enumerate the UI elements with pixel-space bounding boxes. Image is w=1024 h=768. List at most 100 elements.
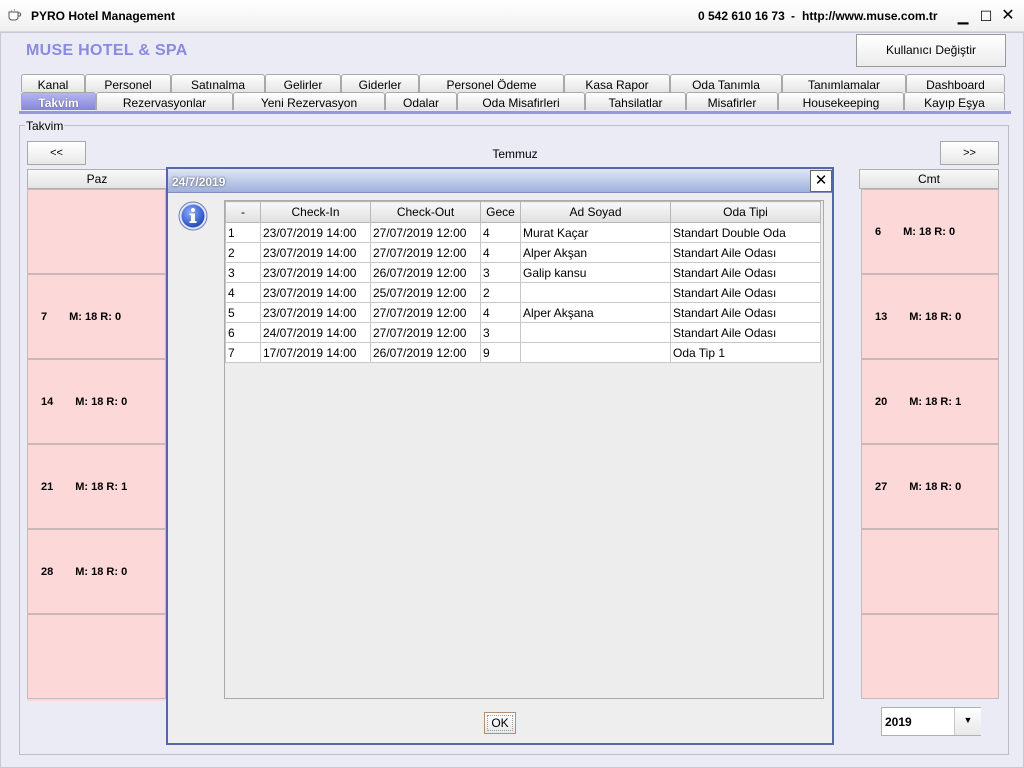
ok-button[interactable]: OK [484, 712, 516, 734]
website-url: http://www.muse.com.tr [802, 9, 938, 23]
cell-check-in: 23/07/2019 14:00 [260, 222, 371, 243]
calendar-day-cell[interactable] [861, 614, 999, 699]
day-number: 27 [875, 481, 888, 493]
column-header-index[interactable]: - [225, 201, 261, 223]
change-user-button[interactable]: Kullanıcı Değiştir [856, 34, 1006, 67]
cell-index: 5 [225, 302, 261, 323]
cell-room-type: Standart Aile Odası [670, 262, 821, 283]
calendar-day-cell[interactable] [861, 529, 999, 614]
cell-guest-name: Murat Kaçar [520, 222, 671, 243]
calendar-day-cell[interactable]: 21 M: 18 R: 1 [27, 444, 166, 529]
cell-check-out: 26/07/2019 12:00 [370, 262, 481, 283]
table-row[interactable]: 4 23/07/2019 14:00 25/07/2019 12:00 2 Standa… [225, 282, 821, 303]
calendar-day-cell[interactable]: 6 M: 18 R: 0 [861, 189, 999, 274]
calendar-day-cell[interactable] [27, 614, 166, 699]
cell-index: 3 [225, 262, 261, 283]
calendar-day-cell[interactable]: 14 M: 18 R: 0 [27, 359, 166, 444]
tab-personel[interactable]: Personel [85, 74, 171, 92]
tab-tahsilatlar[interactable]: Tahsilatlar [585, 92, 686, 110]
year-select[interactable]: 2019 ▼ [881, 707, 981, 736]
calendar-panel-title: Takvim [25, 119, 65, 133]
tab-personel-odeme[interactable]: Personel Ödeme [419, 74, 564, 92]
column-header-check-in[interactable]: Check-In [260, 201, 371, 223]
next-month-button[interactable]: >> [940, 141, 999, 165]
column-header-room-type[interactable]: Oda Tipi [670, 201, 821, 223]
tab-housekeeping[interactable]: Housekeeping [778, 92, 904, 110]
reservations-table-container[interactable]: - Check-In Check-Out Gece Ad Soyad Oda T… [224, 200, 824, 699]
cell-guest-name: Alper Akşana [520, 302, 671, 323]
cell-check-out: 27/07/2019 12:00 [370, 242, 481, 263]
calendar-bottom-pad [27, 699, 166, 701]
table-row[interactable]: 6 24/07/2019 14:00 27/07/2019 12:00 3 Standa… [225, 322, 821, 343]
calendar-day-cell[interactable]: 27 M: 18 R: 0 [861, 444, 999, 529]
table-row[interactable]: 2 23/07/2019 14:00 27/07/2019 12:00 4 Alper … [225, 242, 821, 263]
day-occupancy: M: 18 R: 1 [909, 396, 962, 408]
calendar-day-cell[interactable] [27, 189, 166, 274]
column-header-check-out[interactable]: Check-Out [370, 201, 481, 223]
minimize-icon[interactable]: ▁ [953, 6, 973, 26]
day-detail-dialog: 24/7/2019 ✕ - Check-In Check-Out Gece Ad… [166, 167, 834, 745]
tab-misafirler[interactable]: Misafirler [686, 92, 778, 110]
calendar-day-cell[interactable]: 13 M: 18 R: 0 [861, 274, 999, 359]
tab-giderler[interactable]: Giderler [341, 74, 419, 92]
cell-index: 7 [225, 342, 261, 363]
tab-gelirler[interactable]: Gelirler [265, 74, 341, 92]
maximize-icon[interactable]: ☐ [976, 6, 996, 26]
table-row[interactable]: 7 17/07/2019 14:00 26/07/2019 12:00 9 Oda Ti… [225, 342, 821, 363]
dialog-title-bar: 24/7/2019 ✕ [168, 169, 832, 193]
table-row[interactable]: 1 23/07/2019 14:00 27/07/2019 12:00 4 Murat … [225, 222, 821, 243]
cell-check-out: 25/07/2019 12:00 [370, 282, 481, 303]
close-icon[interactable]: ✕ [998, 6, 1018, 26]
cell-index: 1 [225, 222, 261, 243]
tab-yeni-rezervasyon[interactable]: Yeni Rezervasyon [233, 92, 385, 110]
cell-guest-name [520, 282, 671, 303]
cell-nights: 3 [480, 262, 521, 283]
weekday-header-sunday: Paz [27, 169, 167, 189]
tab-tanimlamalar[interactable]: Tanımlamalar [782, 74, 906, 92]
tab-kasa-rapor[interactable]: Kasa Rapor [564, 74, 670, 92]
day-occupancy: M: 18 R: 0 [909, 481, 962, 493]
cell-nights: 3 [480, 322, 521, 343]
contact-phone: 0 542 610 16 73 [698, 9, 785, 23]
tab-odalar[interactable]: Odalar [385, 92, 457, 110]
calendar-day-cell[interactable]: 7 M: 18 R: 0 [27, 274, 166, 359]
cell-room-type: Standart Aile Odası [670, 282, 821, 303]
calendar-day-cell[interactable]: 28 M: 18 R: 0 [27, 529, 166, 614]
table-header-row: - Check-In Check-Out Gece Ad Soyad Oda T… [225, 201, 821, 223]
column-header-guest-name[interactable]: Ad Soyad [520, 201, 671, 223]
cell-check-out: 27/07/2019 12:00 [370, 302, 481, 323]
tab-oda-misafirleri[interactable]: Oda Misafirleri [457, 92, 585, 110]
tab-dashboard[interactable]: Dashboard [906, 74, 1005, 92]
cell-check-out: 26/07/2019 12:00 [370, 342, 481, 363]
tab-rezervasyonlar[interactable]: Rezervasyonlar [96, 92, 233, 110]
day-occupancy: M: 18 R: 0 [75, 566, 128, 578]
tab-row-bottom: Takvim Rezervasyonlar Yeni Rezervasyon O… [1, 92, 1024, 110]
table-row[interactable]: 5 23/07/2019 14:00 27/07/2019 12:00 4 Alper … [225, 302, 821, 323]
cell-nights: 2 [480, 282, 521, 303]
tab-oda-tanimla[interactable]: Oda Tanımla [670, 74, 782, 92]
tab-satinalma[interactable]: Satınalma [171, 74, 265, 92]
dialog-close-button[interactable]: ✕ [810, 170, 832, 192]
title-separator: - [791, 9, 795, 23]
cell-room-type: Oda Tip 1 [670, 342, 821, 363]
previous-month-button[interactable]: << [27, 141, 86, 165]
cell-check-in: 24/07/2019 14:00 [260, 322, 371, 343]
tab-kanal[interactable]: Kanal [21, 74, 85, 92]
tab-row-top: Kanal Personel Satınalma Gelirler Giderl… [1, 74, 1024, 92]
hotel-name: MUSE HOTEL & SPA [26, 42, 188, 59]
tab-kayip-esya[interactable]: Kayıp Eşya [904, 92, 1005, 110]
day-number: 14 [41, 396, 54, 408]
cell-guest-name [520, 322, 671, 343]
window-title: PYRO Hotel Management [31, 9, 176, 23]
cell-check-out: 27/07/2019 12:00 [370, 322, 481, 343]
info-icon [178, 201, 208, 231]
dialog-title: 24/7/2019 [172, 175, 226, 189]
dropdown-arrow-icon[interactable]: ▼ [954, 708, 981, 735]
day-number: 21 [41, 481, 54, 493]
cell-index: 4 [225, 282, 261, 303]
table-row[interactable]: 3 23/07/2019 14:00 26/07/2019 12:00 3 Galip … [225, 262, 821, 283]
column-header-nights[interactable]: Gece [480, 201, 521, 223]
calendar-day-cell[interactable]: 20 M: 18 R: 1 [861, 359, 999, 444]
tab-takvim[interactable]: Takvim [21, 92, 96, 110]
day-occupancy: M: 18 R: 0 [909, 311, 962, 323]
